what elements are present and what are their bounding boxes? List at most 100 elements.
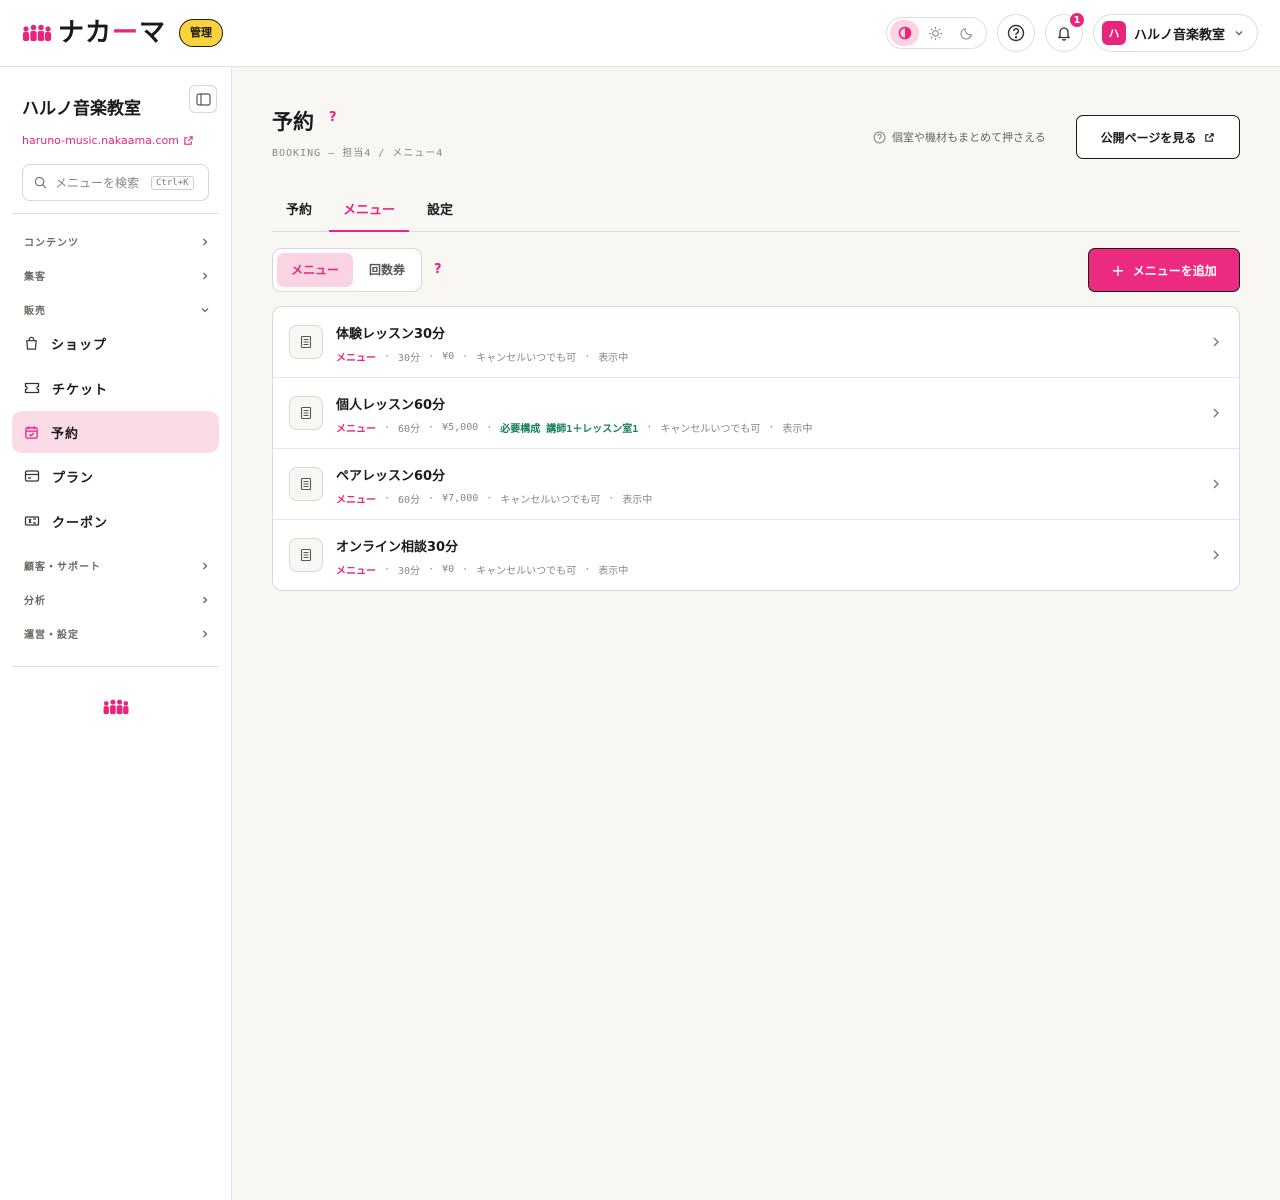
nav-section-sales[interactable]: 販売: [24, 302, 210, 317]
chevron-right-icon: [1213, 479, 1219, 489]
chevron-down-icon: [1235, 31, 1243, 36]
chevron-right-icon: [1213, 337, 1219, 347]
help-button[interactable]: [997, 14, 1035, 52]
account-menu-button[interactable]: ハ ハルノ音楽教室: [1093, 14, 1258, 52]
menu-status: 表示中: [622, 495, 653, 506]
theme-light-button[interactable]: [921, 20, 950, 46]
menu-price: ¥7,000: [442, 493, 479, 504]
sidebar-item-ticket[interactable]: チケット: [12, 367, 219, 409]
menu-meta: メニュー · 60分 · ¥5,000 · 必要構成 講師1＋レッスン室1 · キャンセ…: [336, 422, 813, 435]
sidebar-item-shop[interactable]: ショップ: [12, 322, 219, 364]
coupon-icon: [24, 516, 40, 526]
chevron-down-icon: [201, 307, 209, 312]
contrast-icon: [898, 26, 911, 40]
menu-type-tag: メニュー: [336, 353, 376, 364]
sidebar-toggle-icon: [195, 92, 211, 106]
tab-settings[interactable]: 設定: [416, 190, 464, 232]
search-icon: [34, 176, 47, 189]
page-help-icon[interactable]: ?: [329, 110, 337, 125]
add-menu-button[interactable]: + メニューを追加: [1088, 248, 1240, 292]
segment-menu[interactable]: メニュー: [277, 253, 353, 287]
menu-meta: メニュー · 30分 · ¥0 · キャンセルいつでも可 · 表示中: [336, 351, 629, 364]
menu-title: 個人レッスン60分: [336, 398, 446, 413]
search-placeholder: メニューを検索: [55, 176, 140, 190]
page-title: 予約: [272, 110, 314, 134]
menu-row[interactable]: オンライン相談30分 メニュー · 30分 · ¥0 · キャンセルいつでも可 · 表示…: [273, 520, 1239, 590]
menu-status: 表示中: [782, 424, 813, 435]
menu-meta: メニュー · 60分 · ¥7,000 · キャンセルいつでも可 · 表示中: [336, 493, 653, 506]
people-logo-icon: [103, 699, 129, 715]
sidebar-item-label: ショップ: [51, 337, 108, 353]
card-icon: [24, 470, 40, 482]
admin-badge: 管理: [179, 19, 223, 47]
theme-dark-button[interactable]: [952, 20, 981, 46]
shop-url-link[interactable]: haruno-music.nakaama.com: [22, 134, 194, 147]
top-bar: ナカーマ 管理 1 ハ ハルノ音楽教室: [0, 0, 1280, 67]
moon-icon: [959, 27, 972, 40]
menu-duration: 30分: [398, 566, 421, 577]
calendar-icon: [25, 425, 38, 439]
tab-menu[interactable]: メニュー: [329, 190, 409, 232]
menu-duration: 60分: [398, 495, 421, 506]
menu-cancel-policy: キャンセルいつでも可: [660, 424, 761, 435]
hint-text: 個室や機材もまとめて押さえる: [892, 131, 1046, 144]
menu-row[interactable]: 個人レッスン60分 メニュー · 60分 · ¥5,000 · 必要構成 講師1＋レッ…: [273, 378, 1239, 449]
menu-duration: 60分: [398, 424, 421, 435]
menu-requirement: 必要構成 講師1＋レッスン室1: [500, 424, 639, 435]
sidebar-divider: [12, 666, 219, 667]
chevron-right-icon: [1213, 550, 1219, 560]
sidebar-item-label: チケット: [52, 382, 109, 398]
document-icon: [289, 538, 323, 572]
shop-name: ハルノ音楽教室: [22, 99, 141, 119]
external-link-icon: [184, 136, 193, 145]
menu-title: オンライン相談30分: [336, 540, 459, 555]
menu-type-tag: メニュー: [336, 566, 376, 577]
brand-name: ナカーマ: [58, 18, 167, 48]
search-shortcut-hint: Ctrl+K: [151, 175, 194, 190]
brand-logo[interactable]: ナカーマ: [22, 19, 166, 47]
sidebar-divider: [12, 213, 219, 214]
menu-search-input[interactable]: メニューを検索 Ctrl+K: [22, 164, 209, 201]
nav-section-marketing[interactable]: 集客: [24, 268, 210, 283]
nav-section-contents[interactable]: コンテンツ: [24, 234, 210, 249]
document-icon: [289, 467, 323, 501]
sidebar-item-booking[interactable]: 予約: [12, 411, 219, 453]
sidebar-item-plan[interactable]: プラン: [12, 455, 219, 497]
sidebar: ハルノ音楽教室 haruno-music.nakaama.com メニューを検索…: [0, 67, 232, 1200]
chevron-right-icon: [203, 596, 208, 603]
theme-auto-button[interactable]: [890, 20, 919, 46]
shop-url-text: haruno-music.nakaama.com: [22, 134, 179, 147]
help-circle-icon: [873, 131, 886, 143]
menu-title: ペアレッスン60分: [336, 469, 446, 484]
menu-row[interactable]: ペアレッスン60分 メニュー · 60分 · ¥7,000 · キャンセルいつでも可 ·…: [273, 449, 1239, 520]
chevron-right-icon: [203, 272, 208, 279]
tab-booking[interactable]: 予約: [272, 190, 326, 232]
menu-cancel-policy: キャンセルいつでも可: [476, 353, 577, 364]
sidebar-collapse-button[interactable]: [189, 85, 217, 113]
menu-row[interactable]: 体験レッスン30分 メニュー · 30分 · ¥0 · キャンセルいつでも可 · 表示中: [273, 307, 1239, 378]
account-avatar: ハ: [1102, 21, 1126, 45]
menu-price: ¥0: [442, 351, 455, 362]
nav-section-customer[interactable]: 顧客・サポート: [24, 558, 210, 573]
chevron-right-icon: [203, 562, 208, 569]
sun-icon: [928, 26, 943, 40]
sidebar-item-label: クーポン: [52, 515, 109, 531]
bag-icon: [26, 336, 37, 350]
nav-section-analytics[interactable]: 分析: [24, 592, 210, 607]
document-icon: [289, 325, 323, 359]
segment-help-icon[interactable]: ?: [434, 262, 442, 277]
chevron-right-icon: [203, 630, 208, 637]
chevron-right-icon: [1213, 408, 1219, 418]
segment-coupon-ticket[interactable]: 回数券: [355, 253, 419, 287]
external-link-icon: [1205, 132, 1215, 142]
menu-duration: 30分: [398, 353, 421, 364]
document-icon: [289, 396, 323, 430]
sidebar-item-label: プラン: [52, 470, 95, 486]
view-public-page-button[interactable]: 公開ページを見る: [1076, 115, 1240, 159]
tab-bar: 予約 メニュー 設定: [272, 190, 1240, 232]
help-circle-icon: [1007, 24, 1025, 42]
nav-section-operations[interactable]: 運営・設定: [24, 626, 210, 641]
sidebar-item-coupon[interactable]: クーポン: [12, 500, 219, 542]
breadcrumb: BOOKING — 担当4 / メニュー4: [272, 148, 444, 159]
menu-status: 表示中: [598, 566, 629, 577]
